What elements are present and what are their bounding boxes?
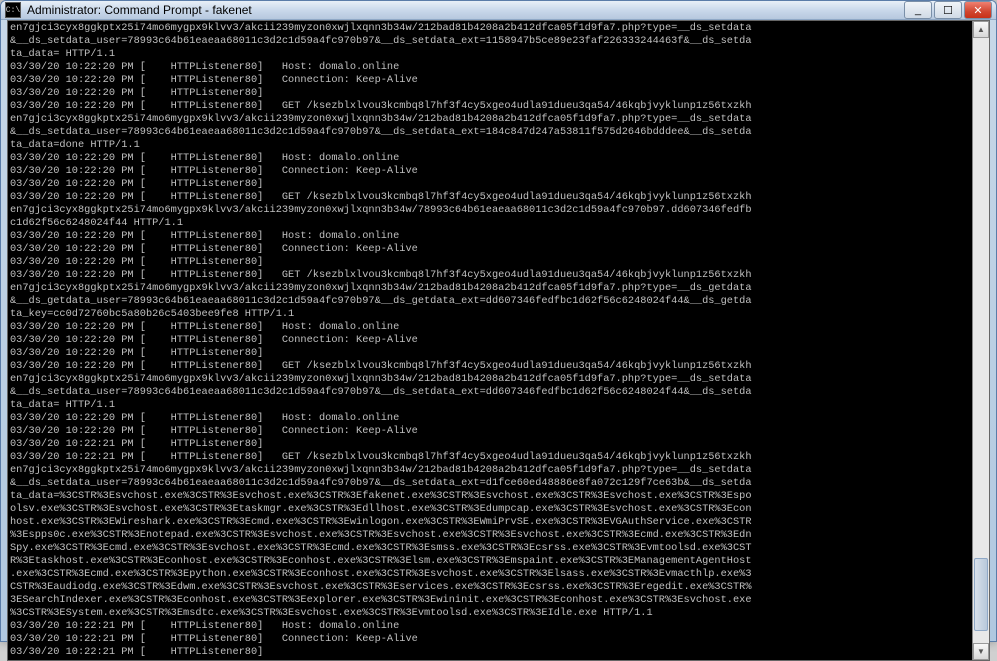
minimize-button[interactable]: _ xyxy=(904,1,932,19)
scroll-up-button[interactable]: ▲ xyxy=(973,21,989,38)
scroll-track[interactable] xyxy=(973,38,989,643)
client-area: en7gjci3cyx8ggkptx25i74mo6mygpx9klvv3/ak… xyxy=(7,20,990,661)
maximize-button[interactable]: ☐ xyxy=(934,1,962,19)
scroll-thumb[interactable] xyxy=(974,558,988,631)
window-controls: _ ☐ ✕ xyxy=(904,1,992,19)
cmd-icon: C:\ xyxy=(5,2,21,18)
close-button[interactable]: ✕ xyxy=(964,1,992,19)
app-window: C:\ Administrator: Command Prompt - fake… xyxy=(0,0,997,642)
title-text: Administrator: Command Prompt - fakenet xyxy=(27,3,904,17)
titlebar[interactable]: C:\ Administrator: Command Prompt - fake… xyxy=(1,1,996,20)
console-output[interactable]: en7gjci3cyx8ggkptx25i74mo6mygpx9klvv3/ak… xyxy=(8,21,972,660)
vertical-scrollbar[interactable]: ▲ ▼ xyxy=(972,21,989,660)
scroll-down-button[interactable]: ▼ xyxy=(973,643,989,660)
